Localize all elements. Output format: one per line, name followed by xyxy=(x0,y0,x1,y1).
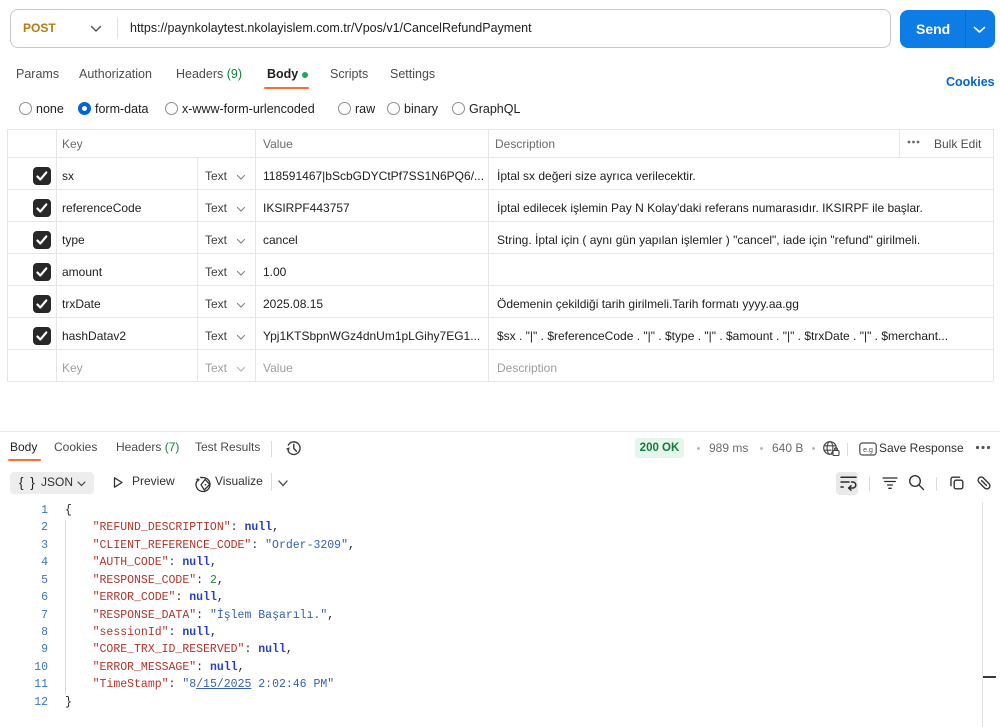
svg-text:e.g: e.g xyxy=(863,447,873,454)
